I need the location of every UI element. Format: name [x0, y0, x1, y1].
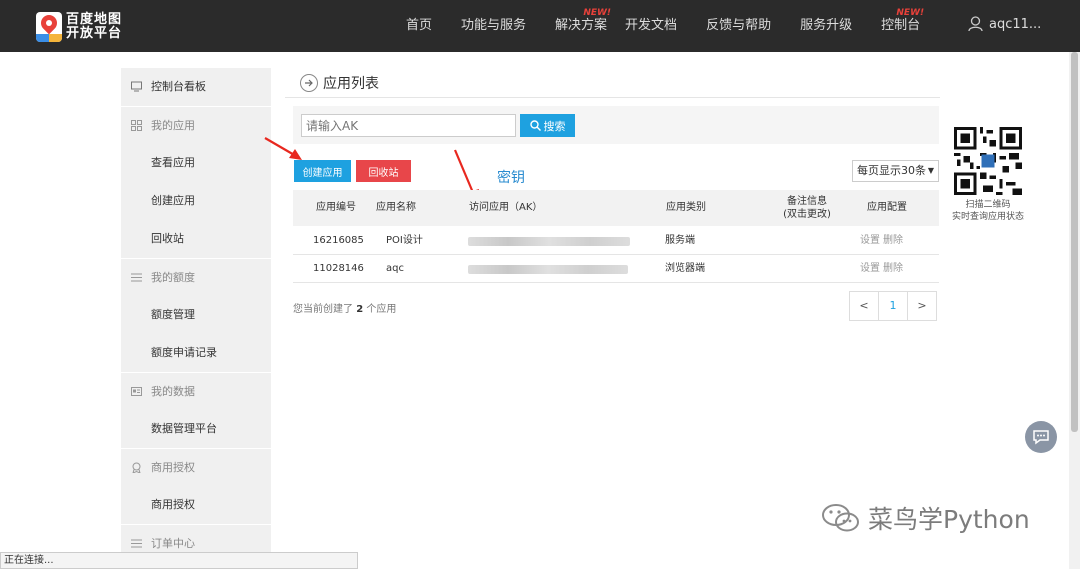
- sidebar-item-create-app[interactable]: 创建应用: [121, 182, 271, 220]
- cell-app-id: 16216085: [313, 235, 364, 246]
- qr-caption: 扫描二维码 实时查询应用状态: [951, 200, 1024, 222]
- sidebar-item-quota-records[interactable]: 额度申请记录: [121, 334, 271, 372]
- create-app-button[interactable]: 创建应用: [294, 160, 351, 182]
- pagination: < 1 >: [849, 291, 937, 321]
- username: aqc11...: [989, 16, 1042, 32]
- search-button[interactable]: 搜索: [520, 114, 575, 137]
- watermark: 菜鸟学Python: [820, 500, 1030, 536]
- search-icon: [529, 120, 541, 131]
- col-note: 备注信息 (双击更改): [783, 196, 831, 220]
- cell-app-name: aqc: [386, 263, 404, 274]
- top-navigation-bar: 百度地图 开放平台 首页 功能与服务 解决方案 NEW! 开发文档 反馈与帮助 服…: [0, 0, 1080, 52]
- sidebar-item-data-platform[interactable]: 数据管理平台: [121, 410, 271, 448]
- sidebar-item-license[interactable]: 商用授权: [121, 486, 271, 524]
- col-category: 应用类别: [666, 202, 706, 213]
- sidebar-item-dashboard[interactable]: 控制台看板: [121, 68, 271, 106]
- vertical-scrollbar[interactable]: [1069, 52, 1080, 569]
- qr-code-icon: [954, 127, 1022, 195]
- new-badge: NEW!: [583, 8, 612, 18]
- col-app-name: 应用名称: [376, 202, 416, 213]
- sidebar: 控制台看板 我的应用 查看应用 创建应用 回收站 我的额度 额度管理 额度申请记…: [121, 68, 271, 558]
- chat-support-button[interactable]: [1025, 421, 1057, 453]
- nav-upgrade[interactable]: 服务升级: [800, 0, 852, 52]
- browser-status-bar: 正在连接...: [0, 552, 358, 569]
- annotation-key-label: 密钥: [497, 170, 525, 186]
- settings-link[interactable]: 设置: [860, 227, 880, 255]
- table-row: 11028146 aqc 浏览器端 设置 删除: [293, 255, 939, 283]
- user-icon: [968, 16, 983, 32]
- monitor-icon: [131, 81, 142, 92]
- nav-docs[interactable]: 开发文档: [625, 0, 677, 52]
- logo-line-1: 百度地图: [66, 12, 123, 27]
- wechat-icon: [822, 504, 859, 532]
- badge-icon: [132, 462, 141, 473]
- baidu-map-logo[interactable]: 百度地图 开放平台: [36, 12, 122, 42]
- sidebar-group-my-data[interactable]: 我的数据: [121, 372, 271, 410]
- sidebar-item-recycle-bin[interactable]: 回收站: [121, 220, 271, 258]
- arrow-right-circle-icon: [300, 74, 318, 92]
- page-title: 应用列表: [300, 73, 379, 93]
- prev-page-button[interactable]: <: [849, 291, 879, 321]
- nav-features[interactable]: 功能与服务: [461, 0, 526, 52]
- list-icon: [131, 539, 142, 548]
- user-menu[interactable]: aqc11...: [968, 16, 1041, 32]
- table-row: 16216085 POI设计 服务端 设置 删除: [293, 227, 939, 255]
- settings-link[interactable]: 设置: [860, 255, 880, 283]
- sidebar-item-quota-management[interactable]: 额度管理: [121, 296, 271, 334]
- nav-solutions[interactable]: 解决方案 NEW!: [555, 0, 611, 52]
- new-badge: NEW!: [896, 8, 925, 18]
- cell-category: 浏览器端: [665, 263, 705, 274]
- title-divider: [285, 97, 940, 98]
- chat-bubble-icon: [1033, 430, 1049, 445]
- recycle-bin-button[interactable]: 回收站: [356, 160, 411, 182]
- delete-link[interactable]: 删除: [883, 255, 903, 283]
- map-pin-logo-icon: [36, 12, 62, 42]
- list-icon: [131, 273, 142, 282]
- apps-table-header: 应用编号 应用名称 访问应用（AK） 应用类别 备注信息 (双击更改) 应用配置: [293, 190, 939, 226]
- logo-line-2: 开放平台: [66, 26, 123, 41]
- delete-link[interactable]: 删除: [883, 227, 903, 255]
- cell-app-id: 11028146: [313, 263, 364, 274]
- id-card-icon: [131, 387, 142, 396]
- cell-app-name: POI设计: [386, 235, 423, 246]
- page-1-button[interactable]: 1: [878, 291, 908, 321]
- per-page-select[interactable]: 每页显示30条 ▼: [852, 160, 939, 182]
- nav-feedback[interactable]: 反馈与帮助: [706, 0, 771, 52]
- app-count-summary: 您当前创建了 2 个应用: [293, 304, 397, 315]
- nav-console[interactable]: 控制台 NEW!: [881, 0, 924, 52]
- sidebar-group-my-apps[interactable]: 我的应用: [121, 106, 271, 144]
- ak-search-input[interactable]: [301, 114, 516, 137]
- cell-category: 服务端: [665, 235, 695, 246]
- ak-redacted: [468, 237, 630, 246]
- main-nav: 首页 功能与服务 解决方案 NEW! 开发文档 反馈与帮助 服务升级 控制台 NEW…: [406, 0, 924, 52]
- ak-redacted: [468, 265, 628, 274]
- sidebar-group-license[interactable]: 商用授权: [121, 448, 271, 486]
- col-app-id: 应用编号: [316, 202, 356, 213]
- scrollbar-thumb[interactable]: [1071, 52, 1078, 432]
- col-ak: 访问应用（AK）: [469, 202, 543, 213]
- next-page-button[interactable]: >: [907, 291, 937, 321]
- sidebar-item-view-apps[interactable]: 查看应用: [121, 144, 271, 182]
- caret-down-icon: ▼: [927, 166, 934, 175]
- col-config: 应用配置: [867, 202, 907, 213]
- grid-icon: [131, 120, 142, 131]
- sidebar-group-quota[interactable]: 我的额度: [121, 258, 271, 296]
- nav-home[interactable]: 首页: [406, 0, 432, 52]
